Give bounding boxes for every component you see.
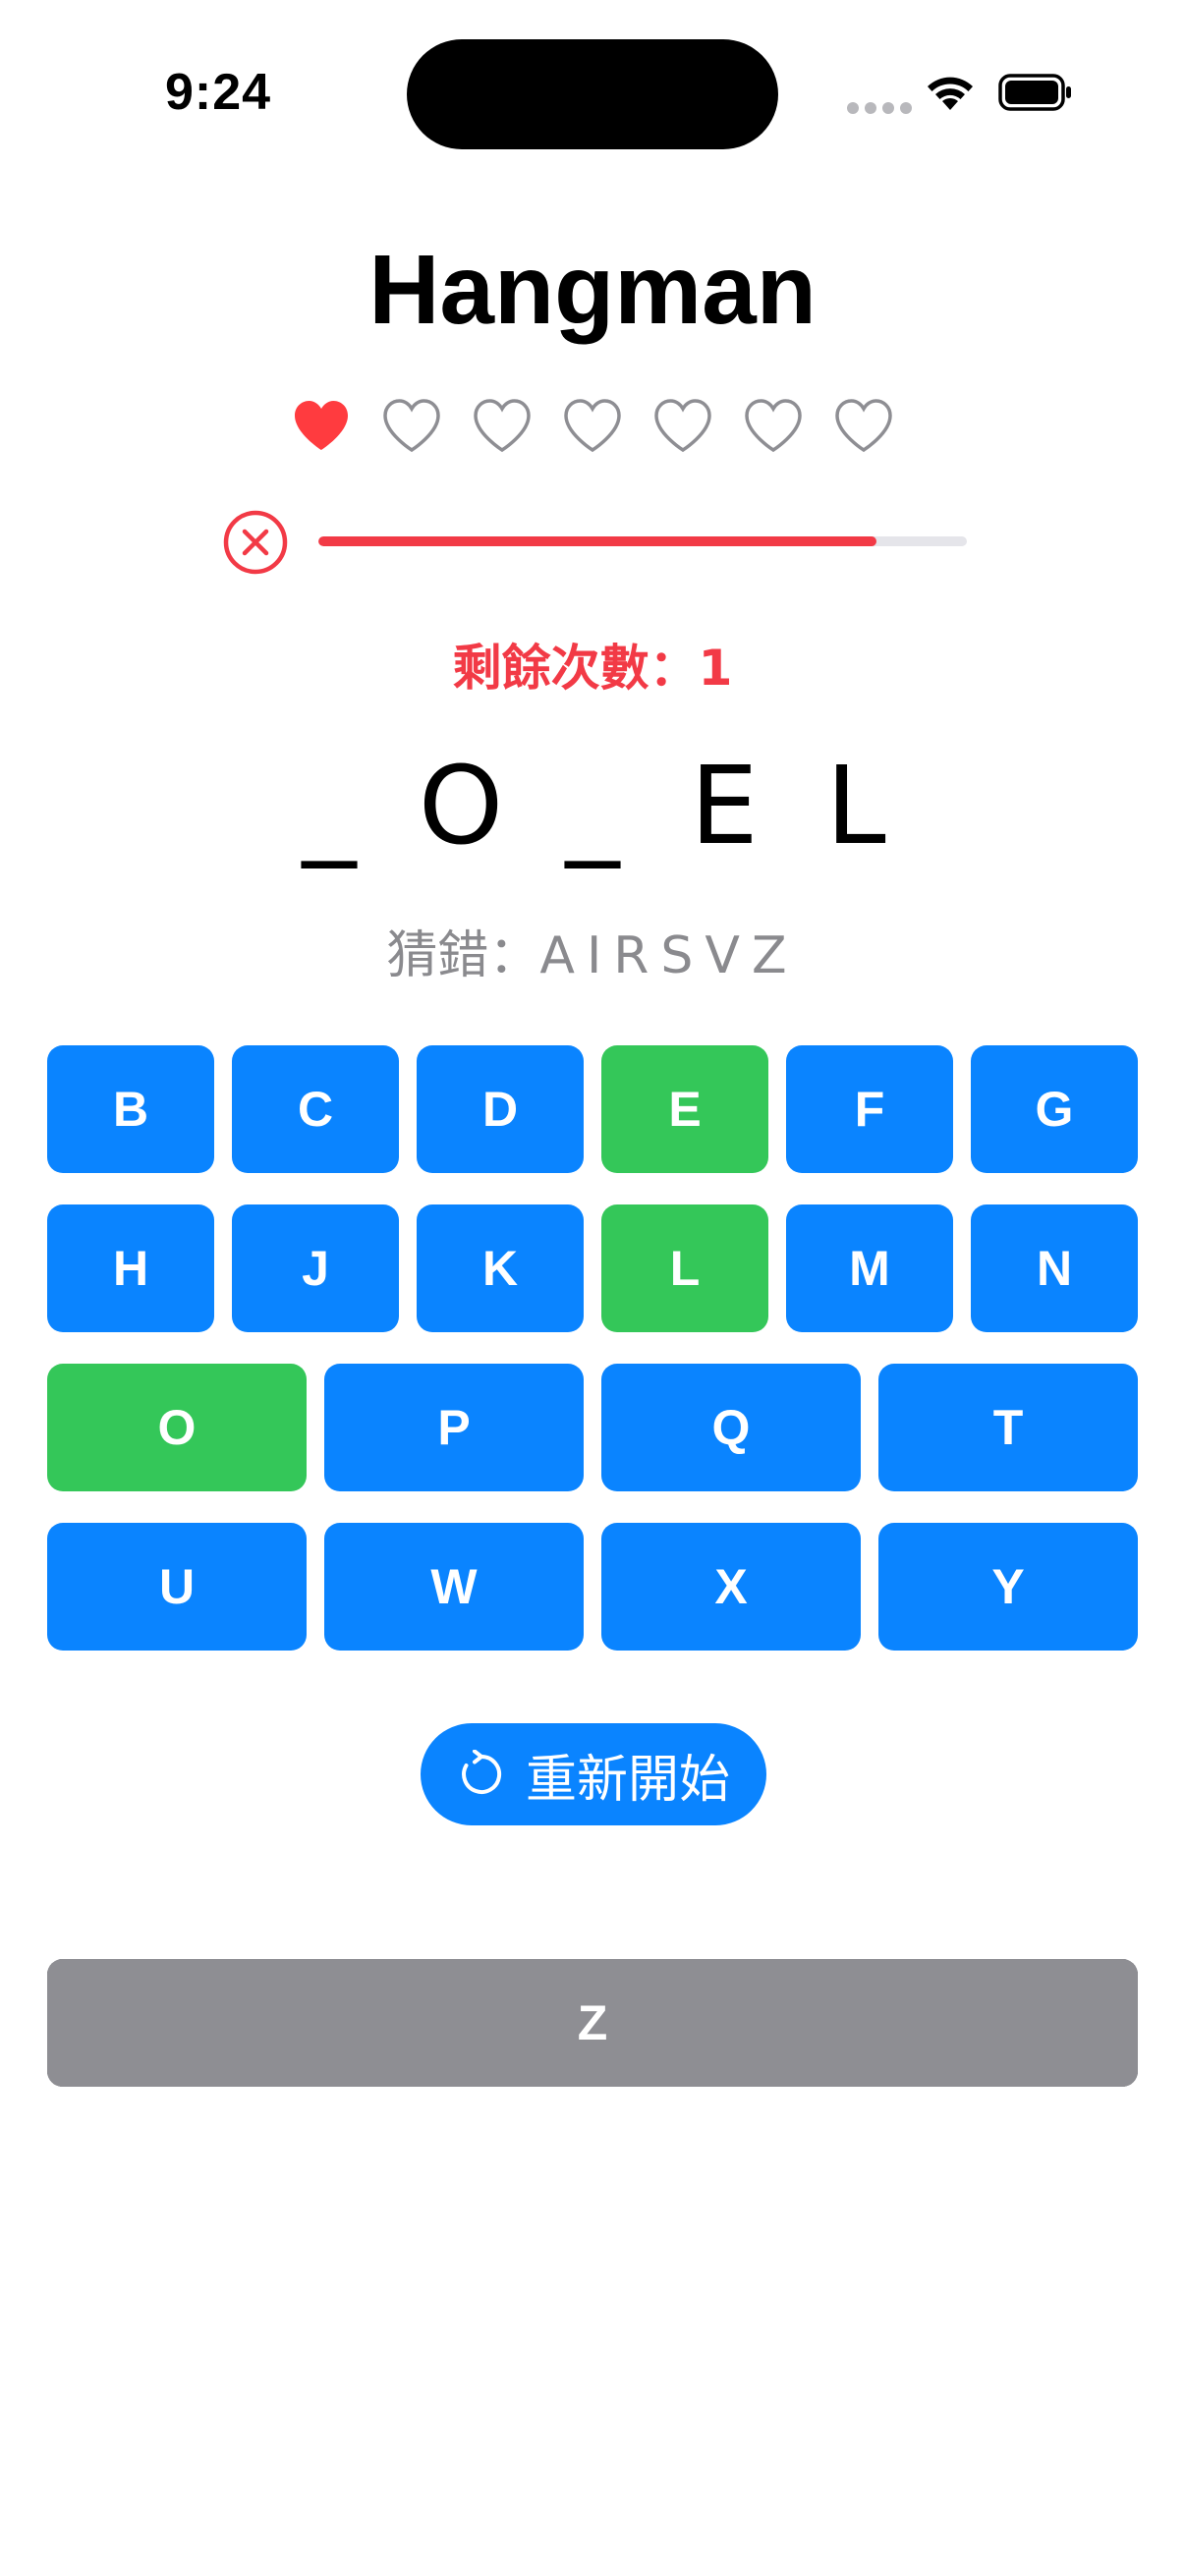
remaining-attempts-label: 剩餘次數：1 (452, 640, 733, 697)
dynamic-island (407, 39, 778, 149)
key-l[interactable]: L (601, 1204, 768, 1332)
battery-icon (998, 74, 1071, 111)
word-letter: E (690, 743, 759, 868)
x-circle-icon (223, 510, 288, 575)
key-o[interactable]: O (47, 1364, 307, 1491)
key-e[interactable]: E (601, 1045, 768, 1173)
heart-outline-icon (564, 399, 621, 453)
page-title: Hangman (368, 235, 817, 345)
wifi-icon (928, 77, 973, 110)
heart-outline-icon (835, 399, 892, 453)
restart-button-label: 重新開始 (525, 1750, 730, 1810)
key-w[interactable]: W (324, 1523, 584, 1651)
restart-button[interactable]: 重新開始 (421, 1723, 766, 1825)
word-blank: _ (302, 743, 357, 868)
key-h[interactable]: H (47, 1204, 214, 1332)
key-b[interactable]: B (47, 1045, 214, 1173)
lives-hearts (291, 397, 894, 454)
key-c[interactable]: C (232, 1045, 399, 1173)
wrong-guesses-label: 猜錯： (386, 926, 540, 985)
key-p[interactable]: P (324, 1364, 584, 1491)
key-q[interactable]: Q (601, 1364, 861, 1491)
key-k[interactable]: K (417, 1204, 584, 1332)
key-x[interactable]: X (601, 1523, 861, 1651)
key-z[interactable]: Z (47, 1959, 1138, 2087)
heart-outline-icon (745, 399, 802, 453)
mistakes-progress-fill (318, 536, 876, 546)
key-n[interactable]: N (971, 1204, 1138, 1332)
keyboard-row: HIJKLMN (47, 1204, 1138, 2087)
key-m[interactable]: M (786, 1204, 953, 1332)
status-time: 9:24 (165, 64, 272, 121)
wrong-guesses-letters: AIRSVZ (539, 926, 799, 985)
keyboard-row: OPQRST (47, 1364, 1138, 2087)
cellular-signal-icon (847, 102, 912, 114)
mistakes-progress-bar (318, 536, 967, 546)
word-letter: O (418, 743, 504, 868)
key-g[interactable]: G (971, 1045, 1138, 1173)
key-f[interactable]: F (786, 1045, 953, 1173)
word-display: _ O _ E L (0, 747, 1185, 865)
heart-outline-icon (654, 399, 711, 453)
word-blank: _ (565, 743, 620, 868)
key-y[interactable]: Y (878, 1523, 1138, 1651)
word-letter: L (825, 743, 886, 868)
key-j[interactable]: J (232, 1204, 399, 1332)
keyboard-row: ABCDEFG (47, 1045, 1138, 2087)
wrong-guesses: 猜錯：AIRSVZ (0, 914, 1185, 987)
refresh-icon (462, 1750, 502, 1794)
letter-keyboard: ABCDEFGHIJKLMNOPQRSTUVWXYZ (47, 1045, 1138, 2087)
key-u[interactable]: U (47, 1523, 307, 1651)
key-d[interactable]: D (417, 1045, 584, 1173)
heart-outline-icon (383, 399, 440, 453)
heart-outline-icon (474, 399, 531, 453)
keyboard-row: UVWXYZ (47, 1523, 1138, 2087)
heart-filled-icon (295, 401, 348, 450)
key-t[interactable]: T (878, 1364, 1138, 1491)
